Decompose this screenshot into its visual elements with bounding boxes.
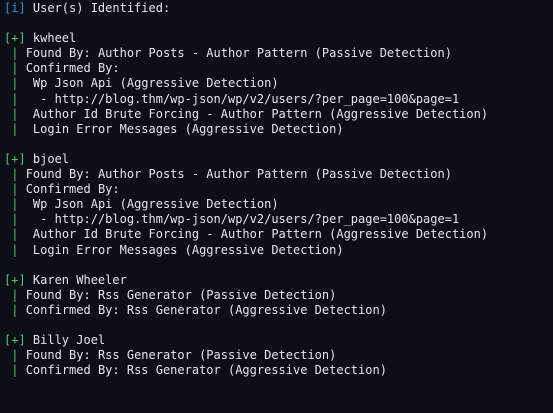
success-tag: [+] bbox=[4, 151, 26, 166]
tree-branch-glyph: | bbox=[11, 46, 19, 61]
detail-line: | Confirmed By: Rss Generator (Aggressiv… bbox=[11, 302, 387, 317]
detail-line: | Author Id Brute Forcing - Author Patte… bbox=[11, 227, 489, 242]
info-tag: [i] bbox=[4, 1, 26, 15]
tree-branch-glyph: | bbox=[11, 197, 19, 212]
tree-branch-glyph: | bbox=[11, 91, 19, 106]
tree-branch-glyph: | bbox=[11, 76, 19, 91]
user-heading: [+] bjoel bbox=[4, 152, 553, 167]
detail-line: | Found By: Rss Generator (Passive Detec… bbox=[11, 348, 337, 363]
user-name: bjoel bbox=[25, 151, 70, 166]
terminal-window[interactable]: [i] User(s) Identified: [+] kwheel | Fou… bbox=[0, 0, 553, 413]
user-name: kwheel bbox=[25, 31, 77, 46]
detail-line: | Login Error Messages (Aggressive Detec… bbox=[11, 242, 344, 257]
user-heading: [+] Karen Wheeler bbox=[4, 273, 553, 288]
tree-branch-glyph: | bbox=[11, 227, 19, 242]
tree-branch-glyph: | bbox=[11, 348, 19, 363]
header-line: [i] User(s) Identified: bbox=[4, 1, 553, 16]
header-text: User(s) Identified: bbox=[25, 1, 171, 15]
tree-branch-glyph: | bbox=[11, 106, 19, 121]
user-name: Karen Wheeler bbox=[25, 272, 127, 287]
user-entry-kwheel: [+] kwheel | Found By: Author Posts - Au… bbox=[4, 31, 553, 137]
detail-url-line: | - http://blog.thm/wp-json/wp/v2/users/… bbox=[11, 212, 460, 227]
detail-line: | Wp Json Api (Aggressive Detection) bbox=[11, 197, 279, 212]
tree-branch-glyph: | bbox=[11, 302, 19, 317]
tree-branch-glyph: | bbox=[11, 242, 19, 257]
tree-branch-glyph: | bbox=[11, 212, 19, 227]
tree-branch-glyph: | bbox=[11, 363, 19, 378]
user-entry-bjoel: [+] bjoel | Found By: Author Posts - Aut… bbox=[4, 152, 553, 258]
detail-line: | Wp Json Api (Aggressive Detection) bbox=[11, 76, 279, 91]
tree-branch-glyph: | bbox=[11, 121, 19, 136]
tree-branch-glyph: | bbox=[11, 182, 19, 197]
detail-line: | Login Error Messages (Aggressive Detec… bbox=[11, 121, 344, 136]
tree-branch-glyph: | bbox=[11, 287, 19, 302]
success-tag: [+] bbox=[4, 333, 26, 348]
user-entry-billy-joel: [+] Billy Joel | Found By: Rss Generator… bbox=[4, 333, 553, 378]
detail-line: | Found By: Author Posts - Author Patter… bbox=[11, 46, 452, 61]
tree-branch-glyph: | bbox=[11, 167, 19, 182]
detail-line: | Confirmed By: Rss Generator (Aggressiv… bbox=[11, 363, 387, 378]
user-name: Billy Joel bbox=[25, 333, 106, 348]
detail-url-line: | - http://blog.thm/wp-json/wp/v2/users/… bbox=[11, 91, 460, 106]
detail-line: | Confirmed By: bbox=[11, 61, 120, 76]
user-heading: [+] kwheel bbox=[4, 31, 553, 46]
detail-line: | Found By: Rss Generator (Passive Detec… bbox=[11, 287, 337, 302]
user-heading: [+] Billy Joel bbox=[4, 333, 553, 348]
success-tag: [+] bbox=[4, 31, 26, 46]
detail-line: | Author Id Brute Forcing - Author Patte… bbox=[11, 106, 489, 121]
success-tag: [+] bbox=[4, 272, 26, 287]
terminal-output: [i] User(s) Identified: [+] kwheel | Fou… bbox=[0, 0, 553, 378]
detail-line: | Confirmed By: bbox=[11, 182, 120, 197]
tree-branch-glyph: | bbox=[11, 61, 19, 76]
user-entry-karen-wheeler: [+] Karen Wheeler | Found By: Rss Genera… bbox=[4, 273, 553, 318]
detail-line: | Found By: Author Posts - Author Patter… bbox=[11, 167, 452, 182]
